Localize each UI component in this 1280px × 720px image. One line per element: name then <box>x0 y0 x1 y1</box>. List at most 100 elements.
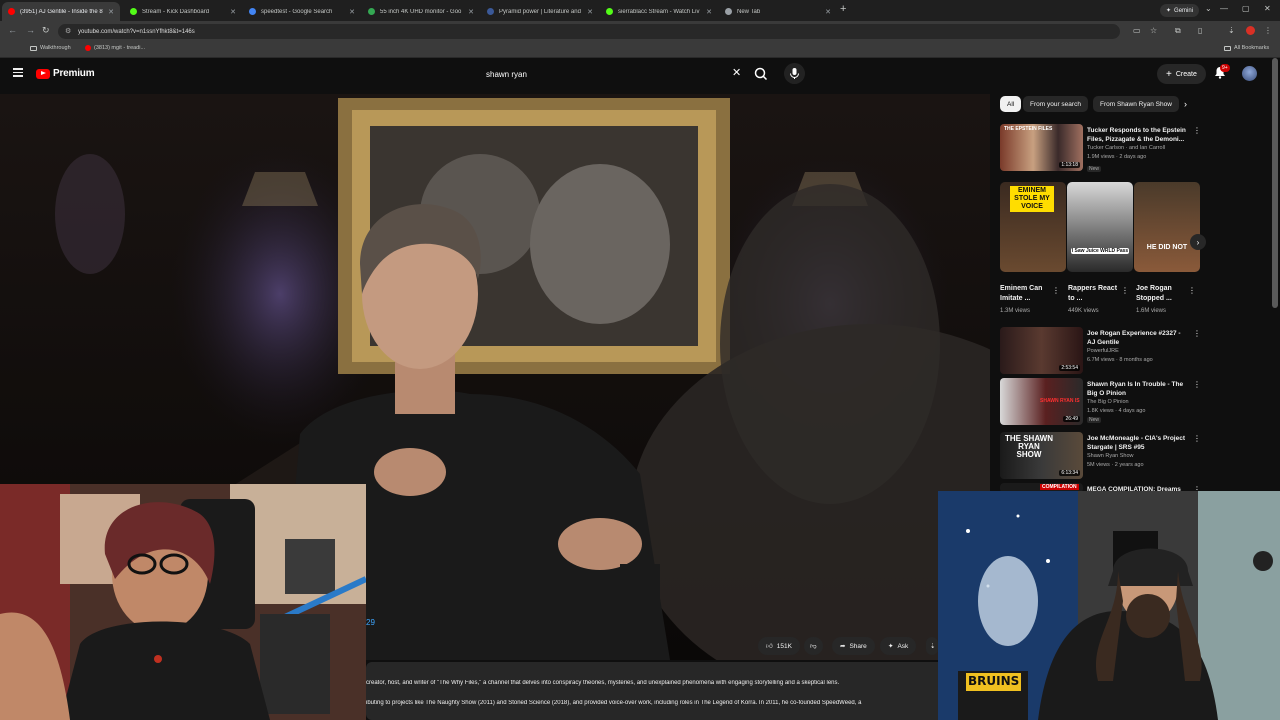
sidebar-icon[interactable]: ▯ <box>1198 26 1202 35</box>
shelf-views: 1.6M views <box>1136 308 1167 314</box>
profile-avatar[interactable] <box>1246 26 1255 35</box>
shelf-thumbnail[interactable]: EMINEM STOLE MY VOICE <box>1000 182 1066 272</box>
bookmark-star-icon[interactable]: ☆ <box>1150 26 1157 35</box>
video-thumbnail: SHAWN RYAN IS 26:49 <box>1000 378 1083 425</box>
tab-sierrablacc-stream[interactable]: sierrablacc Stream - Watch Liv ✕ <box>600 2 718 21</box>
chrome-menu-icon[interactable]: ⋮ <box>1264 26 1272 35</box>
shelf-thumbnail[interactable]: I Saw Juice WRLD Pass <box>1067 182 1133 272</box>
close-window-icon[interactable]: ✕ <box>1264 4 1271 13</box>
duration-badge: 2:53:54 <box>1059 365 1080 371</box>
video-thumbnail: THE SHAWN RYAN SHOW 6:13:34 <box>1000 432 1083 479</box>
close-tab-icon[interactable]: ✕ <box>704 8 714 16</box>
search-value: shawn ryan <box>486 69 527 79</box>
extensions-icon[interactable]: ⧉ <box>1175 26 1181 36</box>
chevron-right-icon[interactable]: › <box>1184 99 1187 109</box>
recommendation-item[interactable]: THE EPSTEIN FILES 1:13:18 Tucker Respond… <box>1000 124 1201 172</box>
more-options-icon[interactable]: ⋮ <box>1193 329 1201 338</box>
shelf-next-arrow-icon[interactable]: › <box>1190 234 1206 250</box>
close-tab-icon[interactable]: ✕ <box>823 8 833 16</box>
account-avatar[interactable] <box>1242 66 1257 81</box>
shelf-thumbnail[interactable]: HE DID NOT <box>1134 182 1200 272</box>
bookmark-walkthrough[interactable]: Walkthrough <box>30 45 71 51</box>
thumbnail-text: HE DID NOT <box>1146 244 1188 251</box>
shelf-title[interactable]: Joe Rogan Stopped ... <box>1136 284 1192 304</box>
chip-label: From Shawn Ryan Show <box>1100 100 1172 108</box>
tab-search-icon[interactable]: ⌄ <box>1205 4 1212 13</box>
new-badge: New <box>1087 166 1102 172</box>
tab-pyramid-power[interactable]: Pyramid power | Literature and ✕ <box>481 2 599 21</box>
video-thumbnail: 2:53:54 <box>1000 327 1083 374</box>
address-bar[interactable]: ⚙ youtube.com/watch?v=n1ssnYfhkt8&t=146s <box>58 24 1120 39</box>
share-label: Share <box>849 642 867 650</box>
bookmarks-bar: Walkthrough (3813) mgit - treadi... All … <box>0 42 1280 58</box>
downloads-icon[interactable]: ⇣ <box>1228 26 1235 35</box>
more-options-icon[interactable]: ⋮ <box>1188 286 1196 295</box>
video-title: Joe McMoneagle - CIA's Project Stargate … <box>1087 435 1185 451</box>
britannica-favicon-icon <box>487 8 494 15</box>
more-options-icon[interactable]: ⋮ <box>1193 380 1201 389</box>
share-button[interactable]: ➦ Share <box>832 637 875 655</box>
gemini-button[interactable]: ✦ Gemini <box>1160 4 1200 17</box>
recommendation-item[interactable]: 2:53:54 Joe Rogan Experience #2327 - AJ … <box>1000 327 1201 375</box>
youtube-play-icon <box>36 68 50 79</box>
close-tab-icon[interactable]: ✕ <box>228 8 238 16</box>
more-options-icon[interactable]: ⋮ <box>1052 286 1060 295</box>
tab-speedtest-search[interactable]: speedtest - Google Search ✕ <box>243 2 361 21</box>
more-options-icon[interactable]: ⋮ <box>1193 434 1201 443</box>
more-options-icon[interactable]: ⋮ <box>1193 126 1201 135</box>
description-timestamp-link[interactable]: 29 <box>366 618 375 627</box>
thumbnail-text: SHAWN RYAN IS <box>1040 398 1080 404</box>
thumbnail-text: THE SHAWN RYAN SHOW <box>1005 434 1053 459</box>
like-button[interactable]: 👍︎ 151K <box>758 637 800 655</box>
kick-favicon-icon <box>606 8 613 15</box>
cast-icon[interactable]: ▭ <box>1133 26 1141 35</box>
ask-button[interactable]: ✦ Ask <box>880 637 917 655</box>
tab-kick-dashboard[interactable]: Stream - Kick Dashboard ✕ <box>124 2 242 21</box>
gemini-label: Gemini <box>1174 7 1194 14</box>
chip-label: From your search <box>1030 100 1081 108</box>
minimize-icon[interactable]: — <box>1220 4 1228 13</box>
notification-count-badge: 9+ <box>1220 64 1230 72</box>
folder-icon <box>30 45 37 51</box>
bookmark-youtube[interactable]: (3813) mgit - treadi... <box>85 45 145 51</box>
dislike-button[interactable]: 👎︎ <box>804 637 823 655</box>
youtube-premium-logo[interactable]: Premium <box>36 68 95 79</box>
microphone-icon[interactable] <box>784 63 805 84</box>
download-button[interactable]: ⇣ <box>926 637 938 655</box>
chip-from-shawn-ryan-show[interactable]: From Shawn Ryan Show <box>1093 96 1179 112</box>
search-input[interactable]: shawn ryan <box>479 64 747 84</box>
thumbs-up-icon: 👍︎ <box>766 643 773 650</box>
clear-search-icon[interactable]: ✕ <box>732 66 741 79</box>
sparkle-icon: ✦ <box>888 643 894 650</box>
more-options-icon[interactable]: ⋮ <box>1121 286 1129 295</box>
shelf-title[interactable]: Rappers React to ... <box>1068 284 1124 304</box>
new-tab-plus-icon[interactable]: + <box>840 3 846 15</box>
all-bookmarks[interactable]: All Bookmarks <box>1224 45 1269 51</box>
description-box[interactable] <box>366 662 966 720</box>
maximize-icon[interactable]: ▢ <box>1242 4 1250 13</box>
tab-label: (3951) AJ Gentile - Inside the 8 <box>20 8 103 15</box>
chip-all[interactable]: All <box>1000 96 1022 112</box>
tab-youtube[interactable]: (3951) AJ Gentile - Inside the 8 ✕ <box>2 2 120 21</box>
close-tab-icon[interactable]: ✕ <box>466 8 476 16</box>
back-arrow-icon[interactable]: ← <box>8 25 17 35</box>
hamburger-menu-icon[interactable] <box>13 68 23 77</box>
recommendation-item[interactable]: SHAWN RYAN IS 26:49 Shawn Ryan Is In Tro… <box>1000 378 1201 426</box>
reload-icon[interactable]: ↻ <box>42 25 50 36</box>
channel-name: Tucker Carlson · and Ian Carroll <box>1087 145 1166 151</box>
chip-from-your-search[interactable]: From your search <box>1023 96 1088 112</box>
page-scrollbar[interactable] <box>1272 58 1278 308</box>
tab-monitor-search[interactable]: 55 inch 4K UHD monitor - Goo ✕ <box>362 2 480 21</box>
tab-new-tab[interactable]: New Tab ✕ <box>719 2 837 21</box>
search-icon[interactable] <box>750 64 772 84</box>
webcam-feed <box>0 484 366 720</box>
create-button[interactable]: + Create <box>1157 64 1206 84</box>
close-tab-icon[interactable]: ✕ <box>347 8 357 16</box>
shelf-title[interactable]: Eminem Can Imitate ... <box>1000 284 1056 304</box>
site-info-icon[interactable]: ⚙ <box>65 27 71 35</box>
close-tab-icon[interactable]: ✕ <box>106 8 116 16</box>
recommendation-item[interactable]: THE SHAWN RYAN SHOW 6:13:34 Joe McMoneag… <box>1000 432 1201 480</box>
forward-arrow-icon[interactable]: → <box>26 25 35 35</box>
close-tab-icon[interactable]: ✕ <box>585 8 595 16</box>
plus-icon: + <box>1166 68 1172 80</box>
